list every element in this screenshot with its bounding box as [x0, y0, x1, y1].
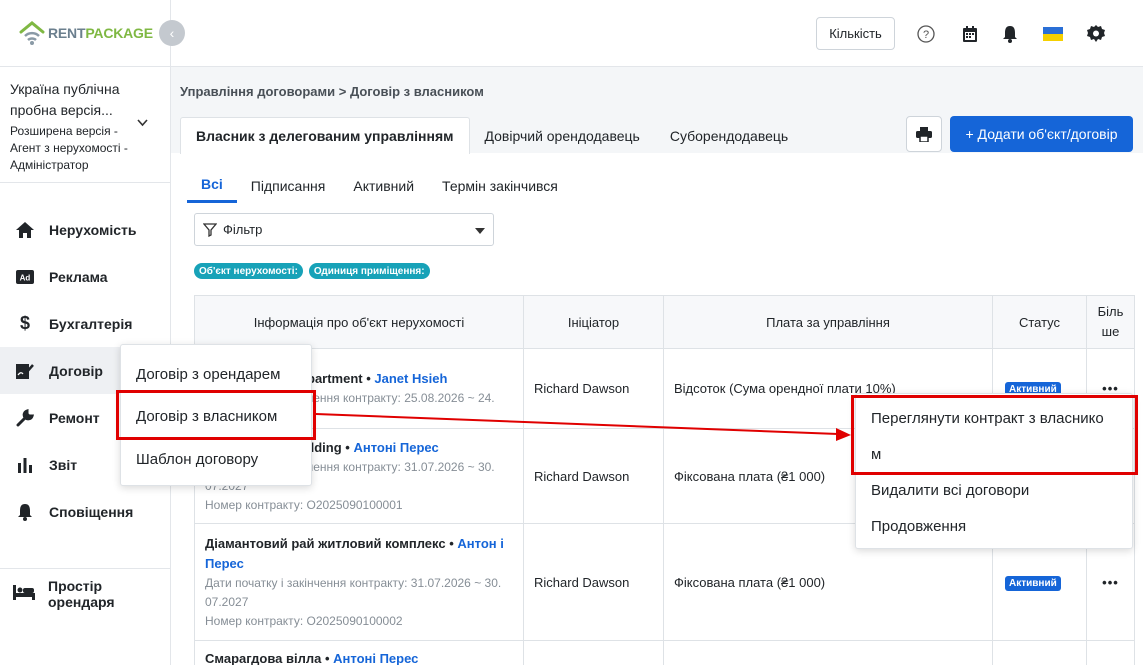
highlight-view-owner-contract — [851, 395, 1138, 475]
svg-text:?: ? — [923, 29, 929, 41]
filter-dropdown[interactable]: Фільтр — [194, 213, 494, 246]
sidebar-item-label: Договір — [49, 362, 103, 379]
header-status: Статус — [992, 295, 1087, 349]
sidebar-item-label: Нерухомість — [49, 221, 137, 238]
org-role: Розширена версія - Агент з нерухомості -… — [10, 124, 128, 172]
header-more: Біль ше — [1086, 295, 1135, 349]
sidebar-item-label: Звіт — [49, 456, 78, 473]
menu-item-renewal[interactable]: Продовження — [871, 518, 966, 535]
top-bar: Кількість ? — [171, 0, 1143, 67]
initiator-cell — [523, 640, 664, 665]
tab-delegated-owner[interactable]: Власник з делегованим управлінням — [180, 117, 470, 154]
menu-item-delete-all-contracts[interactable]: Видалити всі договори — [871, 482, 1029, 499]
property-title[interactable]: partment — [307, 371, 363, 386]
dollar-icon: $ — [19, 313, 30, 333]
org-name: Україна публічна пробна версія... — [10, 81, 120, 118]
subtab-expired[interactable]: Термін закінчився — [428, 168, 572, 203]
bar-chart-icon — [15, 455, 35, 475]
filter-chips: Об'єкт нерухомості: Одиниця приміщення: — [194, 263, 430, 279]
svg-text:Ad: Ad — [20, 273, 31, 282]
chip-property[interactable]: Об'єкт нерухомості: — [194, 263, 303, 279]
brand-name: RENTPACKAGE — [48, 25, 153, 41]
add-property-contract-button[interactable]: + Додати об'єкт/договір — [950, 116, 1133, 152]
sidebar-item-ads[interactable]: Ad Реклама — [0, 253, 170, 300]
tenant-space-label: Простір орендаря — [48, 577, 115, 610]
caret-down-icon — [475, 228, 485, 234]
brand-logo[interactable]: RENTPACKAGE — [18, 19, 153, 47]
wrench-icon — [15, 408, 35, 428]
table-header-row: Інформація про об'єкт нерухомості Ініціа… — [194, 295, 1135, 349]
breadcrumb: Управління договорами > Договір з власни… — [180, 84, 484, 99]
sidebar-item-notifications[interactable]: Сповіщення — [0, 488, 170, 535]
fee-cell — [663, 640, 993, 665]
contract-dates: чення контракту: 31.07.2026 ~ 30. — [307, 459, 495, 474]
filter-icon — [203, 222, 217, 237]
agent-link[interactable]: Антоні Перес — [353, 440, 438, 455]
menu-item-contract-template[interactable]: Шаблон договору — [136, 451, 258, 468]
contract-dates-end: 07.2027 — [205, 594, 249, 609]
subtab-signing[interactable]: Підписання — [237, 168, 340, 203]
agent-link[interactable]: Антоні Перес — [333, 651, 418, 665]
filter-label: Фільтр — [223, 222, 263, 237]
chevron-left-icon: ‹ — [169, 25, 175, 41]
highlight-owner-contract — [116, 390, 316, 440]
tab-sublandlord[interactable]: Суборендодавець — [655, 117, 803, 154]
chip-unit[interactable]: Одиниця приміщення: — [308, 263, 430, 279]
contract-dates: чення контракту: 25.08.2026 ~ 24. — [307, 391, 495, 405]
chevron-down-icon[interactable] — [137, 117, 148, 128]
property-cell: Діамантовий рай житловий комплекс • Анто… — [194, 523, 524, 641]
subtab-active[interactable]: Активний — [339, 168, 428, 203]
initiator-cell: Richard Dawson — [523, 348, 664, 429]
contract-number: Номер контракту: O2025090100001 — [205, 497, 403, 512]
sidebar: RENTPACKAGE Україна публічна пробна верс… — [0, 0, 171, 665]
property-title[interactable]: Смарагдова вілла — [205, 651, 321, 665]
wifi-logo-icon — [19, 21, 45, 45]
sidebar-item-accounting[interactable]: $ Бухгалтерія — [0, 300, 170, 347]
sidebar-item-label: Реклама — [49, 268, 108, 285]
help-icon[interactable]: ? — [916, 24, 936, 44]
status-subtabs: Всі Підписання Активний Термін закінчивс… — [187, 168, 572, 203]
status-badge: Активний — [1005, 575, 1061, 591]
bell-icon[interactable] — [1000, 24, 1020, 44]
printer-icon — [916, 126, 932, 142]
home-icon — [15, 220, 35, 240]
agent-link[interactable]: Janet Hsieh — [374, 371, 447, 386]
gear-icon[interactable] — [1086, 24, 1106, 44]
property-title[interactable]: ilding — [307, 440, 342, 455]
tab-trust-landlord[interactable]: Довірчий орендодавець — [470, 117, 655, 154]
contract-icon — [15, 361, 35, 381]
sidebar-item-tenant-space[interactable]: Простір орендаря — [0, 568, 170, 618]
contract-number: Номер контракту: O2025090100002 — [205, 613, 403, 628]
sidebar-item-label: Бухгалтерія — [49, 315, 133, 332]
organization-switcher[interactable]: Україна публічна пробна версія... Розшир… — [0, 66, 170, 183]
initiator-cell: Richard Dawson — [523, 523, 664, 641]
contract-dates: Дати початку і закінчення контракту: 31.… — [205, 575, 502, 590]
menu-item-tenant-contract[interactable]: Договір з орендарем — [136, 366, 280, 383]
header-initiator: Ініціатор — [523, 295, 664, 349]
ad-icon: Ad — [15, 267, 35, 287]
property-cell: Смарагдова вілла • Антоні Перес — [194, 640, 524, 665]
table-row[interactable]: Смарагдова вілла • Антоні Перес — [194, 640, 1135, 665]
sidebar-item-label: Сповіщення — [49, 503, 134, 520]
bed-icon — [13, 584, 35, 603]
contract-type-tabs: Власник з делегованим управлінням Довірч… — [180, 117, 803, 154]
sidebar-item-property[interactable]: Нерухомість — [0, 206, 170, 253]
more-cell — [1086, 640, 1135, 665]
subtab-all[interactable]: Всі — [187, 168, 237, 203]
print-button[interactable] — [906, 116, 942, 152]
header-management-fee: Плата за управління — [663, 295, 993, 349]
sidebar-item-label: Ремонт — [49, 409, 100, 426]
collapse-sidebar-button[interactable]: ‹ — [159, 20, 185, 46]
initiator-cell: Richard Dawson — [523, 428, 664, 524]
bell-icon — [15, 502, 35, 522]
header-property-info: Інформація про об'єкт нерухомості — [194, 295, 524, 349]
status-cell — [992, 640, 1087, 665]
property-title[interactable]: Діамантовий рай житловий комплекс — [205, 536, 446, 551]
ukraine-flag-icon[interactable] — [1043, 24, 1063, 44]
quantity-button[interactable]: Кількість — [816, 17, 895, 50]
calendar-icon[interactable] — [960, 24, 980, 44]
